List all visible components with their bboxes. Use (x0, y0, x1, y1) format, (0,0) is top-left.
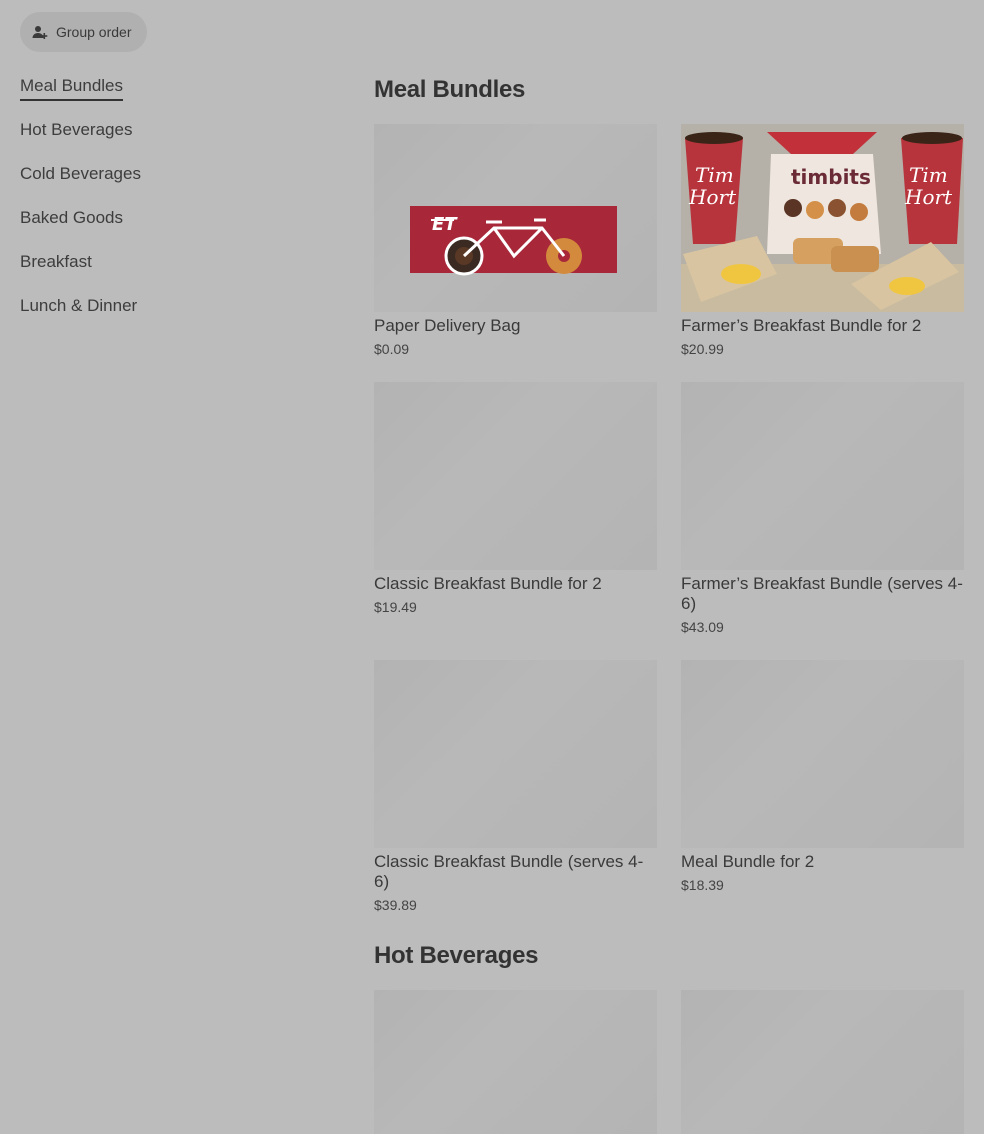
image-placeholder (681, 382, 964, 570)
add-person-icon (32, 24, 48, 40)
image-placeholder (681, 990, 964, 1134)
svg-text:Tim: Tim (695, 163, 734, 187)
sidebar-item-label: Breakfast (20, 252, 92, 271)
menu-item-card[interactable]: Tim Hort timbits Tim Hort Farmer’s Break… (681, 124, 964, 357)
item-name: Farmer’s Breakfast Bundle for 2 (681, 316, 922, 335)
menu-item-card[interactable] (681, 990, 964, 1134)
sidebar-item-label: Baked Goods (20, 208, 124, 227)
image-placeholder (374, 660, 657, 848)
sidebar-item-cold-beverages[interactable]: Cold Beverages (20, 160, 320, 204)
svg-text:timbits: timbits (791, 165, 871, 189)
group-order-button[interactable]: Group order (20, 12, 148, 52)
image-placeholder (374, 990, 657, 1134)
image-placeholder (374, 382, 657, 570)
item-price: $19.49 (374, 599, 417, 615)
item-name: Farmer’s Breakfast Bundle (serves 4-6) (681, 574, 963, 613)
sidebar-item-label: Meal Bundles (20, 73, 124, 101)
item-name: Paper Delivery Bag (374, 316, 521, 335)
sidebar-item-label: Lunch & Dinner (20, 296, 138, 315)
bundle-photo: Tim Hort timbits Tim Hort (681, 124, 964, 312)
sidebar-item-label: Hot Beverages (20, 120, 133, 139)
menu-item-card[interactable] (374, 990, 657, 1134)
svg-text:Hort: Hort (904, 185, 953, 209)
sidebar-item-baked-goods[interactable]: Baked Goods (20, 204, 320, 248)
image-placeholder (681, 660, 964, 848)
item-price: $18.39 (681, 877, 724, 893)
item-price: $39.89 (374, 897, 417, 913)
svg-text:ET: ET (432, 214, 458, 235)
sidebar-item-meal-bundles[interactable]: Meal Bundles (20, 72, 320, 116)
item-name: Classic Breakfast Bundle (serves 4-6) (374, 852, 644, 891)
category-nav: Meal Bundles Hot Beverages Cold Beverage… (20, 72, 320, 336)
item-price: $20.99 (681, 341, 724, 357)
sidebar-item-label: Cold Beverages (20, 164, 141, 183)
group-order-label: Group order (56, 24, 132, 40)
sidebar-item-breakfast[interactable]: Breakfast (20, 248, 320, 292)
menu-item-card[interactable]: ET Paper Delivery Bag $0.09 (374, 124, 657, 357)
menu-item-card[interactable]: Meal Bundle for 2 $18.39 (681, 660, 964, 893)
item-price: $0.09 (374, 341, 410, 357)
item-name: Meal Bundle for 2 (681, 852, 815, 871)
menu-item-card[interactable]: Classic Breakfast Bundle (serves 4-6) $3… (374, 660, 657, 913)
item-name: Classic Breakfast Bundle for 2 (374, 574, 602, 593)
sidebar-item-hot-beverages[interactable]: Hot Beverages (20, 116, 320, 160)
item-price: $43.09 (681, 619, 724, 635)
menu-item-card[interactable]: Classic Breakfast Bundle for 2 $19.49 (374, 382, 657, 615)
delivery-bag-image: ET (374, 124, 657, 312)
menu-item-card[interactable]: Farmer’s Breakfast Bundle (serves 4-6) $… (681, 382, 964, 635)
sidebar-item-lunch-dinner[interactable]: Lunch & Dinner (20, 292, 320, 336)
svg-text:Hort: Hort (688, 185, 737, 209)
section-title-meal-bundles: Meal Bundles (374, 76, 526, 103)
svg-text:Tim: Tim (909, 163, 948, 187)
section-title-hot-beverages: Hot Beverages (374, 942, 539, 969)
